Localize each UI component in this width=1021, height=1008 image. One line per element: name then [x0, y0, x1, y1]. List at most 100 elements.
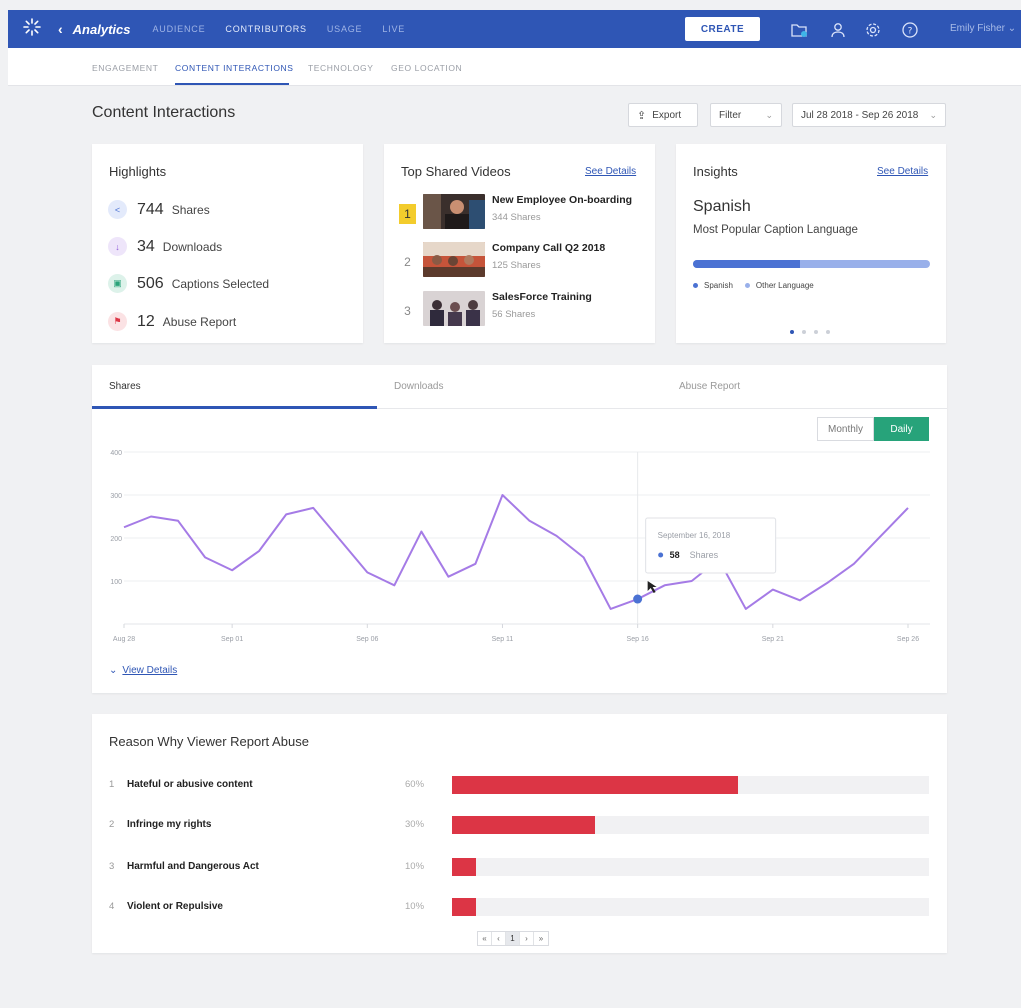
legend-dot	[693, 283, 698, 288]
video-title[interactable]: Company Call Q2 2018	[492, 242, 605, 254]
carousel-dot[interactable]	[814, 330, 818, 334]
app-logo-icon[interactable]	[14, 17, 50, 41]
video-shares: 125 Shares	[492, 260, 541, 271]
gear-icon[interactable]	[864, 21, 882, 39]
chevron-down-icon: ⌄	[1007, 23, 1017, 34]
insights-card: Insights See Details Spanish Most Popula…	[676, 144, 946, 343]
export-icon: ⇪	[637, 109, 647, 122]
video-item[interactable]: 1 New Employee On-boarding 344 Shares	[399, 194, 632, 229]
user-menu[interactable]: Emily Fisher ⌄	[950, 23, 1016, 34]
rank-badge: 1	[399, 204, 416, 224]
tooltip-date: September 16, 2018	[658, 531, 731, 540]
carousel-dot[interactable]	[802, 330, 806, 334]
prev-page-button[interactable]: ‹	[492, 932, 506, 945]
flag-icon: ⚑	[108, 312, 127, 331]
next-page-button[interactable]: ›	[520, 932, 534, 945]
nav-usage[interactable]: USAGE	[327, 24, 363, 34]
highlights-card: Highlights < 744 Shares ↓ 34 Downloads ▣…	[92, 144, 363, 343]
reason-bar-track	[452, 858, 929, 876]
highlight-label: Shares	[171, 202, 210, 217]
carousel-dots[interactable]	[790, 330, 838, 334]
y-tick-label: 200	[110, 536, 122, 543]
reason-index: 2	[109, 819, 115, 830]
reason-label: Violent or Repulsive	[127, 901, 223, 912]
filter-dropdown[interactable]: Filter ⌄	[710, 103, 782, 127]
export-label: Export	[652, 109, 682, 121]
abuse-title: Reason Why Viewer Report Abuse	[109, 734, 309, 749]
abuse-reason-row: 2 Infringe my rights 30%	[109, 816, 929, 834]
highlight-label: Downloads	[162, 239, 223, 254]
back-chevron-icon[interactable]: ‹	[58, 21, 63, 37]
carousel-dot[interactable]	[826, 330, 830, 334]
export-button[interactable]: ⇪ Export	[628, 103, 698, 127]
language-share-bar	[693, 260, 930, 268]
video-thumbnail[interactable]	[423, 291, 485, 326]
legend-spanish: Spanish	[704, 281, 733, 290]
x-tick-label: Sep 26	[897, 636, 919, 643]
nav-live[interactable]: LIVE	[382, 24, 405, 34]
video-item[interactable]: 2 Company Call Q2 2018 125 Shares	[399, 242, 605, 277]
rank-number: 2	[404, 255, 411, 269]
svg-text:?: ?	[908, 27, 913, 37]
caption-icon: ▣	[108, 274, 127, 293]
reason-index: 1	[109, 779, 115, 790]
y-tick-label: 100	[110, 579, 122, 586]
abuse-reason-row: 1 Hateful or abusive content 60%	[109, 776, 929, 794]
pagination: « ‹ 1 › »	[477, 931, 549, 946]
see-details-link[interactable]: See Details	[877, 166, 928, 177]
carousel-dot[interactable]	[790, 330, 794, 334]
video-thumbnail[interactable]	[423, 242, 485, 277]
help-icon[interactable]: ?	[901, 21, 919, 39]
tab-engagement[interactable]: ENGAGEMENT	[92, 63, 158, 73]
reason-label: Harmful and Dangerous Act	[127, 861, 259, 872]
nav-audience[interactable]: AUDIENCE	[152, 24, 205, 34]
x-tick-label: Sep 06	[356, 636, 378, 643]
highlights-title: Highlights	[109, 164, 167, 179]
abuse-reason-row: 3 Harmful and Dangerous Act 10%	[109, 858, 929, 876]
top-videos-title: Top Shared Videos	[401, 164, 511, 179]
abuse-reasons-card: Reason Why Viewer Report Abuse 1 Hateful …	[92, 714, 947, 953]
shares-chart-card: Shares Downloads Abuse Report Monthly Da…	[92, 365, 947, 693]
active-tab-underline	[175, 83, 289, 85]
nav-contributors[interactable]: CONTRIBUTORS	[225, 24, 306, 34]
user-icon[interactable]	[829, 21, 847, 39]
highlight-value: 506	[137, 274, 164, 292]
video-item[interactable]: 3 SalesForce Training 56 Shares	[399, 291, 592, 326]
folder-icon[interactable]	[790, 21, 808, 39]
reason-bar-track	[452, 816, 929, 834]
view-details-link[interactable]: ⌄ View Details	[109, 665, 177, 676]
tab-technology[interactable]: TECHNOLOGY	[308, 63, 374, 73]
last-page-button[interactable]: »	[534, 932, 548, 945]
page-title: Content Interactions	[92, 104, 236, 121]
date-range-picker[interactable]: Jul 28 2018 - Sep 26 2018 ⌄	[792, 103, 946, 127]
x-tick-label: Sep 11	[492, 636, 514, 643]
highlight-value: 12	[137, 312, 155, 330]
y-tick-label: 400	[110, 450, 122, 457]
video-title[interactable]: New Employee On-boarding	[492, 194, 632, 206]
date-range-value: Jul 28 2018 - Sep 26 2018	[801, 109, 919, 121]
video-title[interactable]: SalesForce Training	[492, 291, 592, 303]
highlight-downloads: ↓ 34 Downloads	[108, 237, 222, 256]
first-page-button[interactable]: «	[478, 932, 492, 945]
see-details-link[interactable]: See Details	[585, 166, 636, 177]
share-icon: <	[108, 200, 127, 219]
current-page[interactable]: 1	[506, 932, 520, 945]
reason-bar-fill	[452, 858, 476, 876]
tooltip-label: Shares	[690, 550, 719, 560]
x-tick-label: Aug 28	[113, 636, 135, 643]
video-shares: 56 Shares	[492, 309, 536, 320]
download-icon: ↓	[108, 237, 127, 256]
app-title: Analytics	[72, 21, 131, 37]
create-button[interactable]: CREATE	[685, 17, 760, 41]
x-tick-label: Sep 21	[762, 636, 784, 643]
video-thumbnail[interactable]	[423, 194, 485, 229]
tab-geo-location[interactable]: GEO LOCATION	[391, 63, 462, 73]
tab-content-interactions[interactable]: CONTENT INTERACTIONS	[175, 63, 294, 73]
x-tick-label: Sep 01	[221, 636, 243, 643]
shares-series-line	[123, 494, 909, 610]
view-details-label: View Details	[122, 665, 178, 676]
abuse-reason-row: 4 Violent or Repulsive 10%	[109, 898, 929, 916]
highlight-value: 744	[137, 200, 164, 218]
highlight-shares: < 744 Shares	[108, 200, 210, 219]
reason-percent: 10%	[405, 861, 425, 872]
